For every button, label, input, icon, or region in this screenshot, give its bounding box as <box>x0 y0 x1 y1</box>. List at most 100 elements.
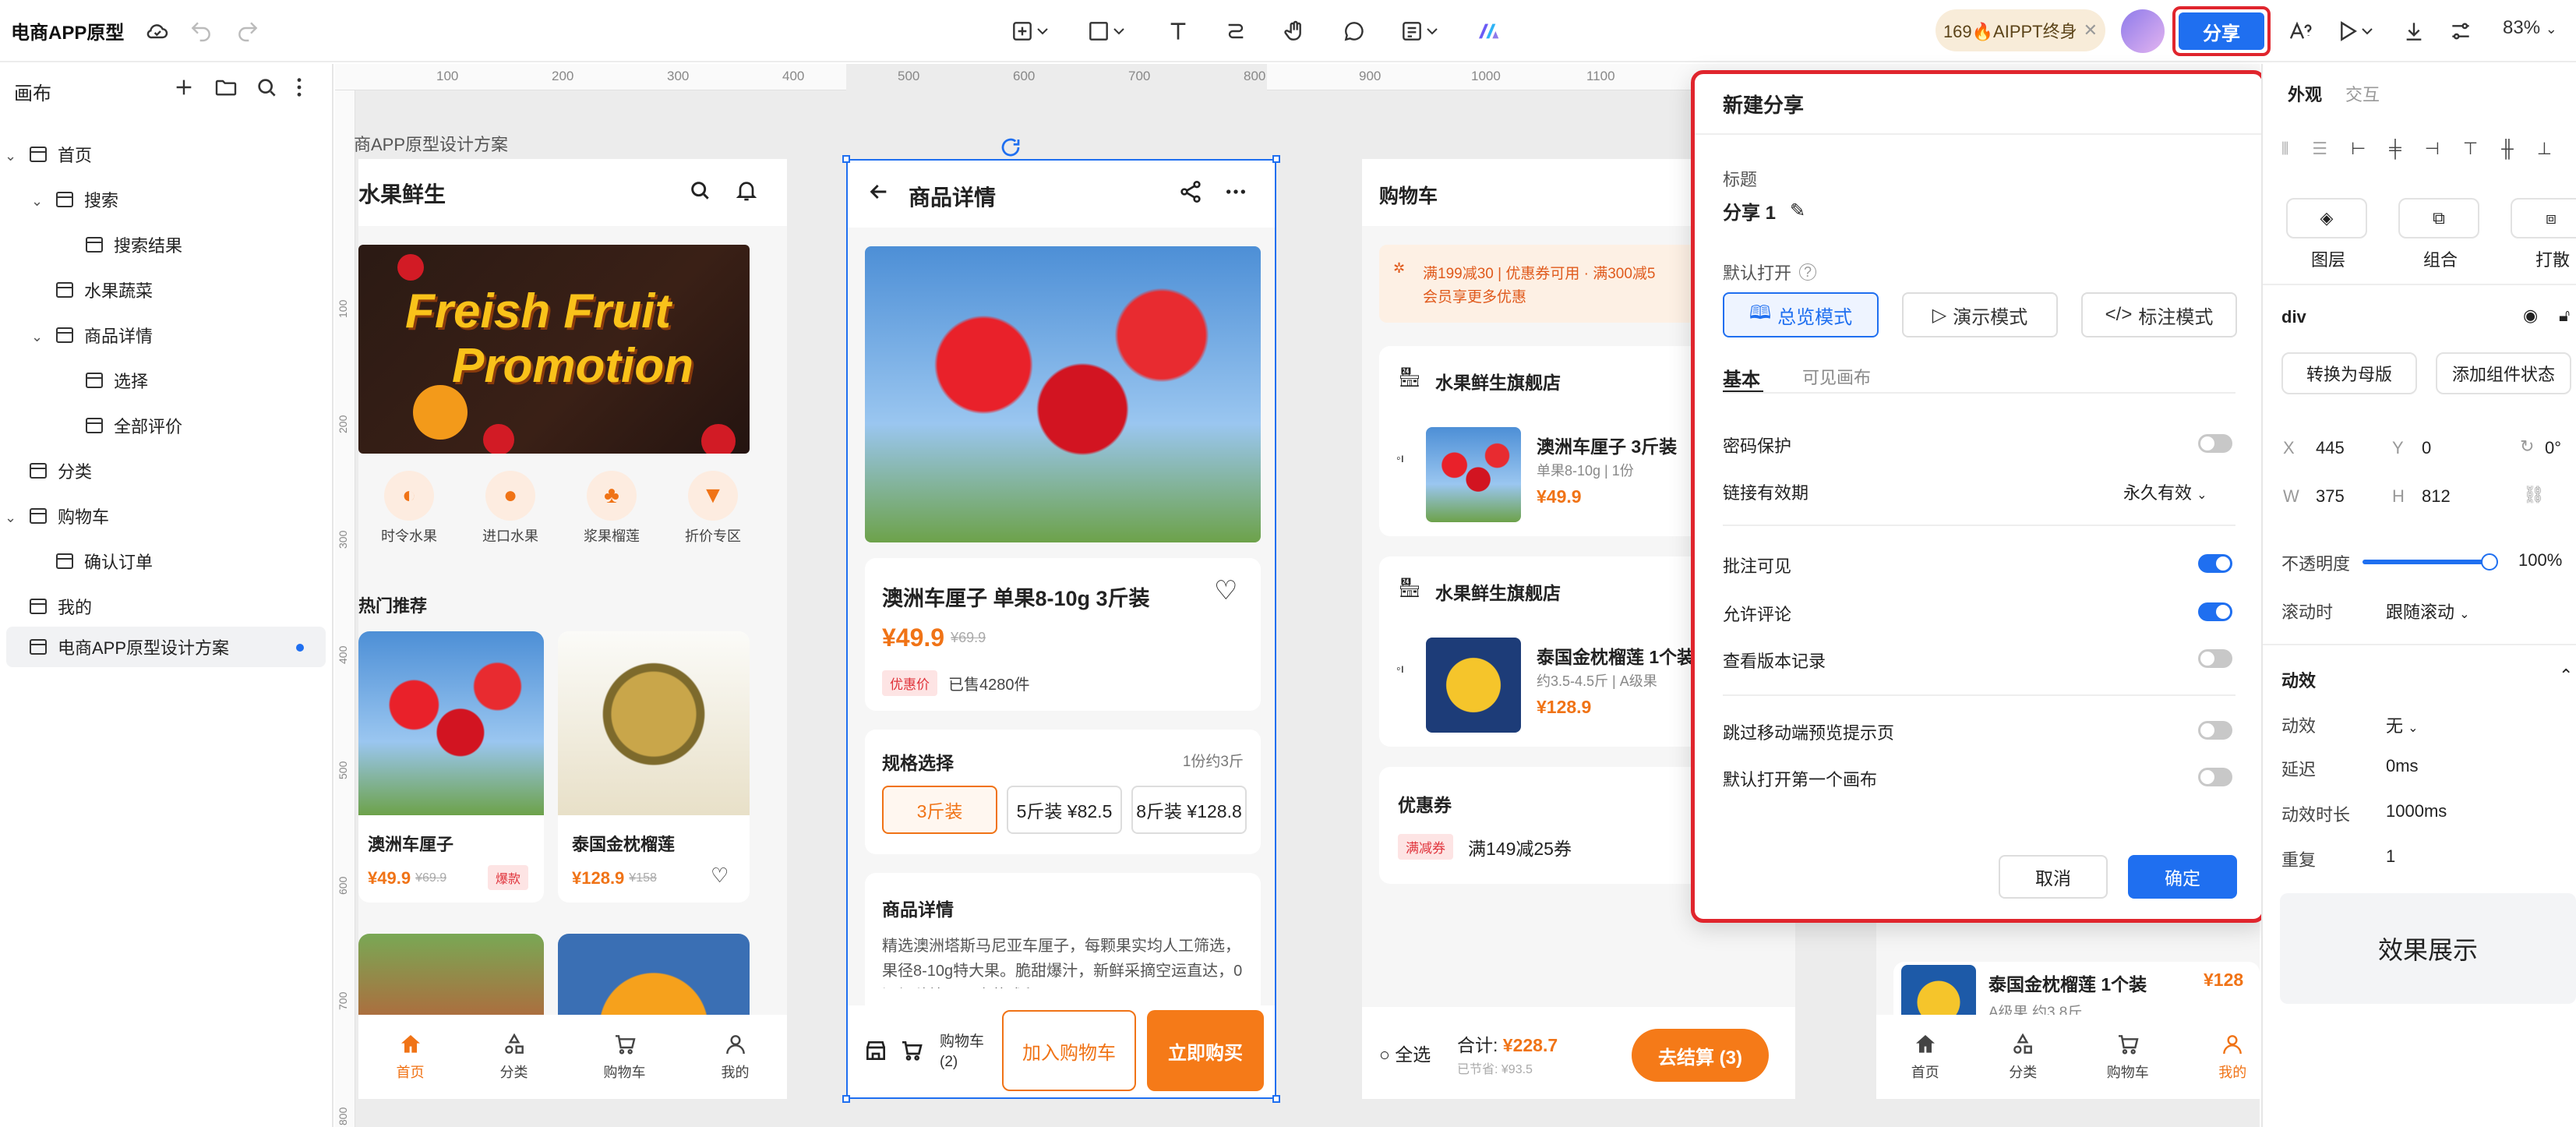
eye-icon[interactable]: ◉ <box>2523 306 2538 326</box>
skip-preview-toggle[interactable] <box>2198 721 2232 740</box>
share-icon[interactable] <box>1173 175 1208 209</box>
back-arrow-icon[interactable] <box>862 175 896 209</box>
group-icon-button[interactable]: ⧉ <box>2398 198 2479 238</box>
chevron-down-icon[interactable] <box>1033 14 1052 48</box>
tab-home[interactable]: 首页 <box>1911 1032 1939 1082</box>
connector-icon[interactable] <box>1219 14 1253 48</box>
align-bottom-icon[interactable]: ⊥ <box>2537 139 2552 159</box>
redo-icon[interactable] <box>231 14 265 48</box>
tab-cart[interactable]: 购物车 <box>604 1032 646 1082</box>
effect-preview[interactable]: 效果展示 <box>2280 893 2576 1004</box>
add-state-button[interactable]: 添加组件状态 <box>2436 352 2571 394</box>
product-card[interactable]: 泰国金枕榴莲 ¥128.9 ¥158 ♡ <box>558 631 750 903</box>
make-master-button[interactable]: 转换为母版 <box>2281 352 2417 394</box>
tab-home[interactable]: 首页 <box>397 1032 425 1082</box>
promo-badge[interactable]: 169🔥AIPPT终身 ✕ <box>1936 9 2105 51</box>
hand-icon[interactable] <box>1278 14 1312 48</box>
tab-cart[interactable]: 购物车 <box>2107 1032 2149 1082</box>
layer-item[interactable]: 搜索 <box>56 182 118 217</box>
spec-option[interactable]: 5斤装 ¥82.5 <box>1007 786 1122 834</box>
layer-item[interactable]: 选择 <box>86 363 148 397</box>
align-distribute-icon[interactable]: ☰ <box>2312 139 2327 159</box>
layer-item[interactable]: 搜索结果 <box>86 228 182 262</box>
spec-option-selected[interactable]: 3斤装 <box>882 786 997 834</box>
align-center-icon[interactable]: ╪ <box>2389 139 2401 159</box>
more-icon[interactable] <box>1219 175 1253 209</box>
font-size-icon[interactable] <box>2283 14 2317 48</box>
tab-profile[interactable]: 我的 <box>2218 1032 2246 1082</box>
lock-icon[interactable]: 🔓︎ <box>2559 306 2570 326</box>
tab-basic[interactable]: 基本 <box>1723 364 1760 391</box>
align-middle-icon[interactable]: ╫ <box>2501 139 2514 159</box>
x-value[interactable]: 445 <box>2316 438 2345 458</box>
layer-icon-button[interactable]: ◈ <box>2286 198 2367 238</box>
zoom-level[interactable]: 83% ⌄ <box>2503 17 2557 39</box>
share-button[interactable]: 分享 <box>2179 12 2264 50</box>
product-detail-screen[interactable]: 商品详情 澳洲车厘子 单果8-10g 3斤装 ♡ ¥49.9 ¥69.9 优惠价已… <box>846 159 1276 1099</box>
chevron-down-icon[interactable]: ⌄ <box>5 510 16 526</box>
selection-handle[interactable] <box>842 1095 850 1103</box>
edit-icon[interactable]: ✎ <box>1790 200 1805 222</box>
folder-icon[interactable] <box>209 70 243 104</box>
opacity-slider[interactable] <box>2363 560 2487 564</box>
align-left-icon[interactable]: ⊢ <box>2351 139 2366 159</box>
tab-interaction[interactable]: 交互 <box>2345 81 2380 106</box>
chevron-down-icon[interactable] <box>2358 14 2377 48</box>
spec-option[interactable]: 8斤装 ¥128.8 <box>1131 786 1247 834</box>
tab-appearance[interactable]: 外观 <box>2288 81 2322 106</box>
ungroup-icon-button[interactable]: ⧈ <box>2511 198 2576 238</box>
h-value[interactable]: 812 <box>2422 486 2451 507</box>
promo-banner[interactable]: Freish Fruit Promotion <box>358 245 750 454</box>
search-icon[interactable] <box>249 70 284 104</box>
help-icon[interactable]: ? <box>1799 263 1817 281</box>
open-first-toggle[interactable] <box>2198 768 2232 786</box>
add-page-icon[interactable] <box>167 70 201 104</box>
category-item[interactable]: ♣ 浆果榴莲 <box>569 471 655 556</box>
repeat-value[interactable]: 1 <box>2386 846 2395 867</box>
w-value[interactable]: 375 <box>2316 486 2345 507</box>
allow-comments-toggle[interactable] <box>2198 602 2232 621</box>
duration-value[interactable]: 1000ms <box>2386 801 2447 821</box>
y-value[interactable]: 0 <box>2422 438 2431 458</box>
close-icon[interactable]: ✕ <box>2084 20 2098 41</box>
heart-icon[interactable]: ♡ <box>1214 575 1237 606</box>
layer-item[interactable]: 全部评价 <box>86 408 182 443</box>
chevron-down-icon[interactable]: ⌄ <box>31 329 43 345</box>
cart-label[interactable]: 购物车 (2) <box>940 1032 984 1072</box>
layer-item-selected[interactable]: 电商APP原型设计方案 <box>30 630 229 664</box>
layer-item[interactable]: 购物车 <box>30 499 109 533</box>
scroll-select[interactable]: 跟随滚动 ⌄ <box>2386 599 2470 624</box>
share-name-row[interactable]: 分享 1 ✎ <box>1723 197 1805 224</box>
chevron-down-icon[interactable] <box>1423 14 1442 48</box>
checkbox[interactable]: ◦ı <box>1396 662 1404 677</box>
checkout-button[interactable]: 去结算 (3) <box>1632 1029 1769 1082</box>
comment-icon[interactable] <box>1337 14 1371 48</box>
search-icon[interactable] <box>683 173 717 207</box>
cloud-sync-icon[interactable] <box>140 14 175 48</box>
product-card[interactable]: 澳洲车厘子 ¥49.9 ¥69.9 爆款 <box>358 631 544 903</box>
mode-annotate-button[interactable]: </> 标注模式 <box>2081 292 2237 337</box>
bell-icon[interactable] <box>729 173 764 207</box>
animation-select[interactable]: 无 ⌄ <box>2386 712 2419 737</box>
align-top-icon[interactable]: ⊤ <box>2463 139 2478 159</box>
heart-icon[interactable]: ♡ <box>711 864 729 888</box>
buy-now-button[interactable]: 立即购买 <box>1147 1010 1264 1091</box>
selection-handle[interactable] <box>842 155 850 163</box>
chevron-down-icon[interactable]: ⌄ <box>5 148 16 164</box>
layer-item[interactable]: 商品详情 <box>56 318 153 352</box>
mode-present-button[interactable]: ▷ 演示模式 <box>1902 292 2058 337</box>
opacity-value[interactable]: 100% <box>2518 550 2562 571</box>
password-toggle[interactable] <box>2198 434 2232 453</box>
expiry-select[interactable]: 永久有效 ⌄ <box>2123 479 2207 504</box>
home-screen[interactable]: 水果鲜生 Freish Fruit Promotion ◐ 时令水果 ● 进口水果 … <box>358 159 787 1099</box>
category-item[interactable]: ▼ 折价专区 <box>670 471 756 556</box>
selection-handle[interactable] <box>1272 155 1280 163</box>
checkbox[interactable]: ◦ı <box>1396 452 1404 466</box>
opacity-slider-handle[interactable] <box>2481 553 2498 571</box>
category-item[interactable]: ◐ 时令水果 <box>366 471 452 556</box>
comments-visible-toggle[interactable] <box>2198 554 2232 573</box>
selection-handle[interactable] <box>1272 1095 1280 1103</box>
layer-item[interactable]: 我的 <box>30 589 92 624</box>
rotation-value[interactable]: 0° <box>2545 438 2561 458</box>
cart-icon[interactable] <box>895 1033 929 1068</box>
